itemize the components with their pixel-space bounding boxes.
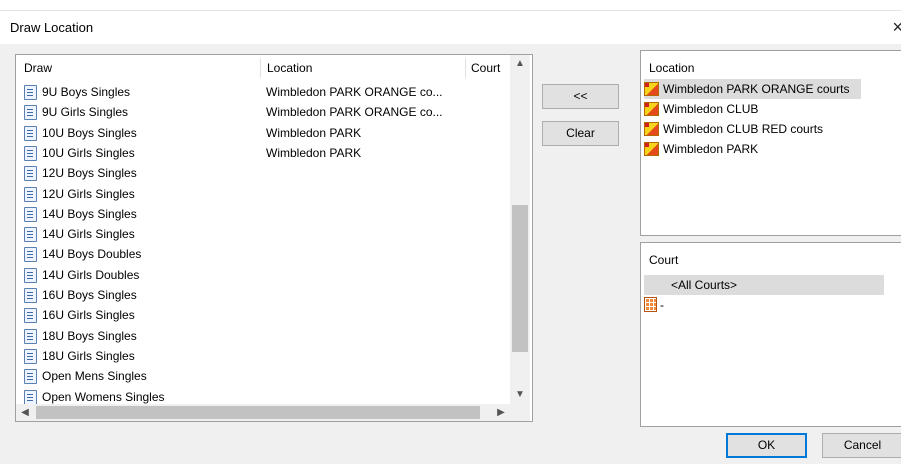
draw-name: 14U Girls Doubles [42, 267, 140, 282]
court-panel[interactable]: Court <All Courts> - [640, 242, 901, 427]
draw-location: Wimbledon PARK ORANGE co... [266, 85, 443, 99]
draw-name: Open Mens Singles [42, 369, 147, 384]
scroll-down-icon[interactable]: ▼ [510, 386, 530, 404]
draw-name: 10U Girls Singles [42, 145, 135, 160]
location-icon [644, 142, 659, 156]
column-header-court[interactable]: Court [471, 55, 500, 81]
table-row[interactable]: 14U Girls Doubles [16, 265, 510, 285]
court-panel-header: Court [649, 253, 679, 267]
draw-name: 12U Boys Singles [42, 166, 137, 181]
scroll-right-icon[interactable]: ▶ [492, 404, 510, 421]
location-icon [644, 82, 659, 96]
horizontal-scroll-thumb[interactable] [36, 406, 480, 419]
top-strip [0, 0, 901, 10]
draw-document-icon [24, 166, 37, 182]
draw-document-icon [24, 206, 37, 222]
location-item-label: Wimbledon PARK [663, 142, 759, 156]
window-title: Draw Location [10, 20, 94, 35]
draw-document-icon [24, 186, 37, 202]
draw-document-icon [24, 288, 37, 303]
court-item-all[interactable]: <All Courts> [644, 275, 884, 295]
table-row[interactable]: 14U Girls Singles [16, 224, 510, 244]
location-item[interactable]: Wimbledon PARK [644, 139, 859, 159]
draw-name: 9U Girls Singles [42, 105, 129, 120]
assign-location-button[interactable]: << [542, 84, 619, 109]
draw-document-icon [24, 369, 37, 385]
draw-name: 18U Boys Singles [42, 328, 137, 343]
draw-document-icon [24, 125, 37, 141]
cancel-button[interactable]: Cancel [822, 433, 901, 458]
close-icon[interactable]: × [892, 17, 901, 38]
court-item-label: - [660, 298, 664, 312]
location-icon [644, 102, 659, 116]
location-panel[interactable]: Location Wimbledon PARK ORANGE courts Wim… [640, 50, 901, 236]
table-row[interactable]: 9U Girls Singles Wimbledon PARK ORANGE co… [16, 102, 510, 122]
column-divider[interactable] [260, 58, 261, 78]
ok-button[interactable]: OK [726, 433, 807, 458]
draw-location: Wimbledon PARK [266, 125, 362, 140]
draw-document-icon [24, 85, 37, 100]
location-item-label: Wimbledon CLUB [663, 102, 759, 116]
scroll-up-icon[interactable]: ▲ [510, 55, 530, 73]
draw-list[interactable]: Draw Location Court 9U Boys Singles Wimbl… [15, 54, 533, 422]
table-row[interactable]: 9U Boys Singles Wimbledon PARK ORANGE co.… [16, 82, 510, 102]
draw-name: 9U Boys Singles [42, 85, 131, 99]
clear-button[interactable]: Clear [542, 121, 619, 146]
draw-document-icon [24, 348, 37, 364]
draw-location: Wimbledon PARK [266, 145, 362, 160]
draw-document-icon [24, 267, 37, 283]
column-divider[interactable] [465, 58, 466, 78]
table-row[interactable]: Open Mens Singles [16, 366, 510, 386]
court-item-label: <All Courts> [671, 278, 738, 292]
draw-location: Wimbledon PARK ORANGE co... [266, 105, 443, 120]
table-row[interactable]: 18U Girls Singles [16, 346, 510, 366]
court-icon [644, 297, 657, 312]
horizontal-scrollbar[interactable]: ◀ ▶ [16, 404, 510, 421]
draw-name: Open Womens Singles [42, 389, 165, 404]
scroll-left-icon[interactable]: ◀ [16, 404, 34, 421]
table-row[interactable]: 12U Boys Singles [16, 163, 510, 183]
table-row[interactable]: 12U Girls Singles [16, 184, 510, 204]
location-icon [644, 122, 659, 136]
draw-name: 14U Boys Doubles [42, 247, 142, 262]
column-header-location[interactable]: Location [267, 55, 312, 81]
table-row[interactable]: 10U Boys Singles Wimbledon PARK [16, 123, 510, 143]
location-item[interactable]: Wimbledon CLUB RED courts [644, 119, 859, 139]
draw-name: 10U Boys Singles [42, 125, 137, 140]
location-item-label: Wimbledon CLUB RED courts [663, 122, 824, 136]
table-row[interactable]: 10U Girls Singles Wimbledon PARK [16, 143, 510, 163]
draw-name: 16U Girls Singles [42, 308, 135, 323]
draw-document-icon [24, 308, 37, 324]
table-row[interactable]: 16U Girls Singles [16, 305, 510, 325]
dialog-body: Draw Location Court 9U Boys Singles Wimbl… [0, 44, 901, 464]
table-row[interactable]: 18U Boys Singles [16, 326, 510, 346]
location-item-label: Wimbledon PARK ORANGE courts [663, 82, 850, 96]
draw-name: 16U Boys Singles [42, 288, 137, 302]
draw-name: 14U Boys Singles [42, 206, 137, 221]
table-row[interactable]: 14U Boys Doubles [16, 244, 510, 264]
location-panel-header: Location [649, 61, 695, 75]
draw-document-icon [24, 105, 37, 121]
table-row[interactable]: 14U Boys Singles [16, 204, 510, 224]
court-item[interactable]: - [644, 295, 664, 315]
scrollbar-corner [510, 404, 530, 421]
draw-document-icon [24, 145, 37, 161]
draw-name: 12U Girls Singles [42, 186, 135, 201]
draw-name: 14U Girls Singles [42, 227, 135, 242]
draw-document-icon [24, 328, 37, 344]
vertical-scroll-thumb[interactable] [512, 205, 528, 352]
draw-name: 18U Girls Singles [42, 348, 135, 363]
location-item[interactable]: Wimbledon PARK ORANGE courts [644, 79, 861, 99]
vertical-scrollbar[interactable]: ▲ ▼ [510, 55, 530, 404]
draw-document-icon [24, 247, 37, 263]
column-header-draw[interactable]: Draw [24, 55, 52, 81]
draw-document-icon [24, 227, 37, 243]
table-row[interactable]: 16U Boys Singles [16, 285, 510, 305]
draw-document-icon [24, 389, 37, 405]
title-bar: Draw Location × [0, 10, 901, 44]
location-item[interactable]: Wimbledon CLUB [644, 99, 859, 119]
